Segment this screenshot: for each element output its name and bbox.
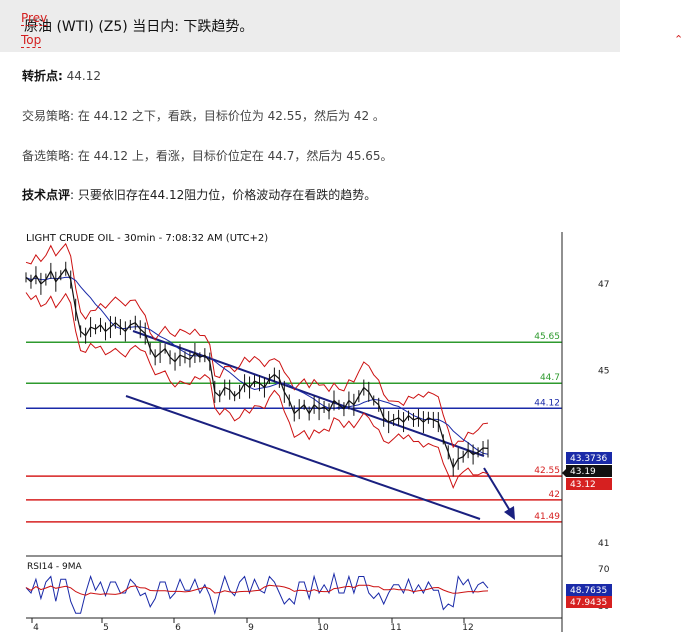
y-tick-43: 43 bbox=[598, 453, 609, 463]
top-link[interactable]: Top bbox=[21, 33, 42, 48]
alt-strategy-paragraph: 备选策略: 在 44.12 上，看涨，目标价位定在 44.7，然后为 45.65… bbox=[22, 147, 393, 164]
x-tick-6: 6 bbox=[175, 623, 181, 633]
pivot-value: 44.12 bbox=[62, 69, 101, 83]
level-label-41.49: 41.49 bbox=[534, 512, 560, 522]
rsi-badge-label: 48.7635 bbox=[570, 586, 607, 596]
bollinger-upper bbox=[25, 242, 489, 449]
x-tick-4: 4 bbox=[33, 623, 39, 633]
tech-comment-label: 技术点评 bbox=[22, 188, 71, 202]
tech-comment-text: : 只要依旧存在44.12阻力位，价格波动存在看跌的趋势。 bbox=[70, 188, 377, 202]
strategy-paragraph: 交易策略: 在 44.12 之下，看跌，目标价位为 42.55，然后为 42 。 bbox=[22, 107, 385, 124]
channel-upper-line bbox=[132, 330, 485, 457]
y-tick-45: 45 bbox=[598, 366, 609, 376]
y-tick-41: 41 bbox=[598, 539, 609, 549]
price-chart: 45.6544.744.1242.554241.49 474543414 5 6 9 1… bbox=[25, 232, 612, 633]
forecast-arrow-head bbox=[504, 506, 515, 520]
strategy-text: 在 44.12 之下，看跌，目标价位为 42.55，然后为 42 。 bbox=[74, 109, 385, 123]
rsi-line bbox=[25, 571, 489, 616]
y-tick-47: 47 bbox=[598, 280, 609, 290]
nav-column bbox=[620, 0, 697, 52]
price-badge-label: 43.19 bbox=[570, 467, 596, 477]
level-label-42.55: 42.55 bbox=[534, 466, 560, 476]
pivot-paragraph: 转折点: 44.12 bbox=[22, 67, 101, 84]
alt-strategy-label: 备选策略: bbox=[22, 149, 75, 163]
level-label-44.7: 44.7 bbox=[540, 373, 560, 383]
price-badge-label: 43.12 bbox=[570, 480, 596, 490]
moving-average-line bbox=[25, 276, 489, 455]
rsi-tick-70: 70 bbox=[598, 565, 610, 575]
x-tick-5: 5 bbox=[103, 623, 109, 633]
tech-comment-paragraph: 技术点评: 只要依旧存在44.12阻力位，价格波动存在看跌的趋势。 bbox=[22, 186, 376, 203]
title-bar: 原油 (WTI) (Z5) 当日内: 下跌趋势。 bbox=[0, 0, 620, 52]
pivot-label: 转折点: bbox=[22, 69, 63, 83]
price-badge-label: 43.3736 bbox=[570, 454, 607, 464]
rsi-badge bbox=[566, 596, 612, 608]
rsi-badge bbox=[566, 584, 612, 596]
chart-title: LIGHT CRUDE OIL - 30min - 7:08:32 AM (UT… bbox=[26, 233, 269, 244]
page-title: 原油 (WTI) (Z5) 当日内: 下跌趋势。 bbox=[24, 19, 254, 35]
x-tick-11: 11 bbox=[390, 623, 401, 633]
x-tick-9: 9 bbox=[248, 623, 254, 633]
price-badge bbox=[566, 465, 612, 477]
bollinger-lower bbox=[25, 292, 489, 490]
strategy-label: 交易策略: bbox=[22, 109, 75, 123]
prev-link[interactable]: Prev bbox=[21, 11, 48, 26]
forecast-arrow-line bbox=[483, 467, 513, 515]
level-label-42: 42 bbox=[549, 490, 560, 500]
channel-lower-line bbox=[125, 395, 481, 520]
price-badge-pointer bbox=[562, 469, 566, 477]
arrow-up-icon: ⌃ bbox=[674, 33, 684, 46]
rsi-title: RSI14 - 9MA bbox=[27, 562, 83, 572]
price-badge bbox=[566, 452, 612, 464]
x-tick-12: 12 bbox=[462, 623, 473, 633]
x-tick-10: 10 bbox=[317, 623, 329, 633]
level-label-45.65: 45.65 bbox=[534, 332, 560, 342]
rsi-tick-30: 30 bbox=[598, 602, 610, 612]
rsi-badge-label: 47.9435 bbox=[570, 598, 607, 608]
price-line bbox=[25, 267, 489, 469]
price-badge bbox=[566, 478, 612, 490]
alt-strategy-text: 在 44.12 上，看涨，目标价位定在 44.7，然后为 45.65。 bbox=[74, 149, 393, 163]
rsi-ma-line bbox=[25, 584, 489, 596]
level-label-44.12: 44.12 bbox=[534, 398, 560, 408]
